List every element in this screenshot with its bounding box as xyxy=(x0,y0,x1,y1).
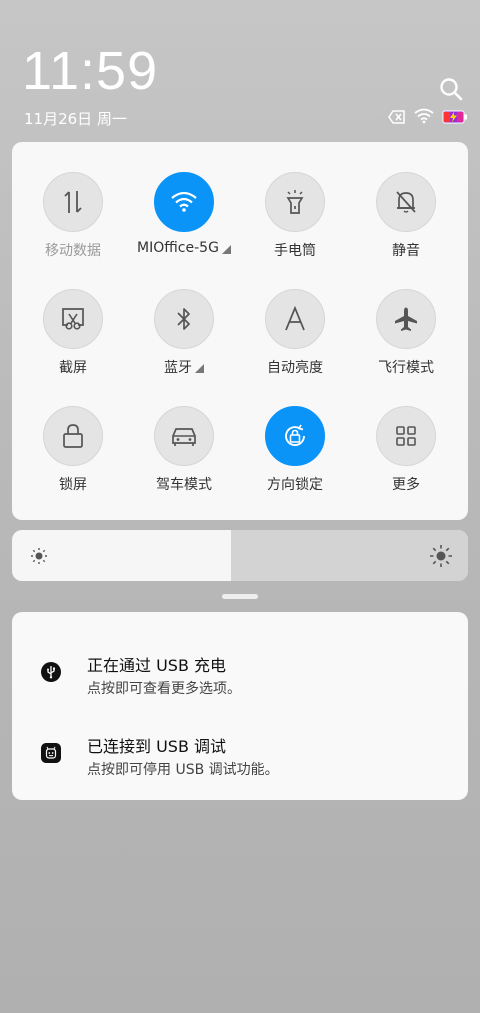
drag-handle[interactable] xyxy=(222,594,258,599)
clock-time: 11:59 xyxy=(22,41,159,101)
notification-usb-charging[interactable]: 正在通过 USB 充电 点按即可查看更多选项。 xyxy=(12,648,468,708)
tile-label: 静音 xyxy=(392,243,420,259)
date-label: 11月26日 周一 xyxy=(24,110,127,128)
tile-label: 锁屏 xyxy=(59,477,87,493)
notification-panel: 正在通过 USB 充电 点按即可查看更多选项。 已连接到 USB 调试 点按即可… xyxy=(12,612,468,800)
brightness-slider[interactable] xyxy=(12,530,468,581)
flashlight-icon xyxy=(265,172,325,232)
tile-more[interactable]: 更多 xyxy=(350,406,462,516)
tile-rotation-lock[interactable]: 方向锁定 xyxy=(239,406,351,516)
tile-label: 手电筒 xyxy=(274,243,316,259)
tile-bluetooth[interactable]: 蓝牙 xyxy=(128,289,240,399)
tile-label: 自动亮度 xyxy=(267,360,323,376)
wifi-icon xyxy=(154,172,214,232)
tile-label: 驾车模式 xyxy=(156,477,212,493)
search-icon[interactable] xyxy=(438,76,464,102)
car-icon xyxy=(154,406,214,466)
tile-label: MIOffice-5G xyxy=(137,240,231,256)
no-sim-icon xyxy=(388,109,406,128)
bluetooth-icon xyxy=(154,289,214,349)
tile-label: 截屏 xyxy=(59,360,87,376)
battery-charging-icon xyxy=(442,109,468,128)
tile-wifi[interactable]: MIOffice-5G xyxy=(128,172,240,282)
android-debug-icon xyxy=(41,743,61,763)
rotation-lock-icon xyxy=(265,406,325,466)
expand-triangle-icon[interactable] xyxy=(195,364,204,373)
quick-settings-panel: 移动数据 MIOffice-5G 手电筒 静音 截屏 蓝牙 自动亮度 飞行模式 … xyxy=(12,142,468,520)
sun-small-icon xyxy=(29,546,49,570)
lock-icon xyxy=(43,406,103,466)
airplane-icon xyxy=(376,289,436,349)
mobile-data-icon xyxy=(43,172,103,232)
tile-label: 蓝牙 xyxy=(164,357,204,377)
notification-usb-debugging[interactable]: 已连接到 USB 调试 点按即可停用 USB 调试功能。 xyxy=(12,729,468,789)
tile-flashlight[interactable]: 手电筒 xyxy=(239,172,351,282)
tile-screenshot[interactable]: 截屏 xyxy=(17,289,129,399)
expand-triangle-icon[interactable] xyxy=(221,245,231,254)
auto-brightness-icon xyxy=(265,289,325,349)
notification-title: 已连接到 USB 调试 xyxy=(87,737,227,756)
status-bar-icons xyxy=(388,108,468,128)
tile-lock-screen[interactable]: 锁屏 xyxy=(17,406,129,516)
wifi-icon xyxy=(414,108,434,128)
tile-label: 飞行模式 xyxy=(378,360,434,376)
tile-airplane[interactable]: 飞行模式 xyxy=(350,289,462,399)
tile-label: 方向锁定 xyxy=(267,477,323,493)
sun-large-icon xyxy=(429,544,453,572)
notification-subtitle: 点按即可查看更多选项。 xyxy=(87,681,241,697)
grid-icon xyxy=(376,406,436,466)
tile-label: 更多 xyxy=(392,477,420,493)
tile-mobile-data[interactable]: 移动数据 xyxy=(17,172,129,282)
mute-bell-icon xyxy=(376,172,436,232)
notification-title: 正在通过 USB 充电 xyxy=(87,656,227,675)
tile-driving-mode[interactable]: 驾车模式 xyxy=(128,406,240,516)
tile-auto-brightness[interactable]: 自动亮度 xyxy=(239,289,351,399)
tile-label: 移动数据 xyxy=(45,243,101,259)
notification-subtitle: 点按即可停用 USB 调试功能。 xyxy=(87,762,279,778)
screenshot-icon xyxy=(43,289,103,349)
tile-mute[interactable]: 静音 xyxy=(350,172,462,282)
usb-icon xyxy=(41,662,61,682)
